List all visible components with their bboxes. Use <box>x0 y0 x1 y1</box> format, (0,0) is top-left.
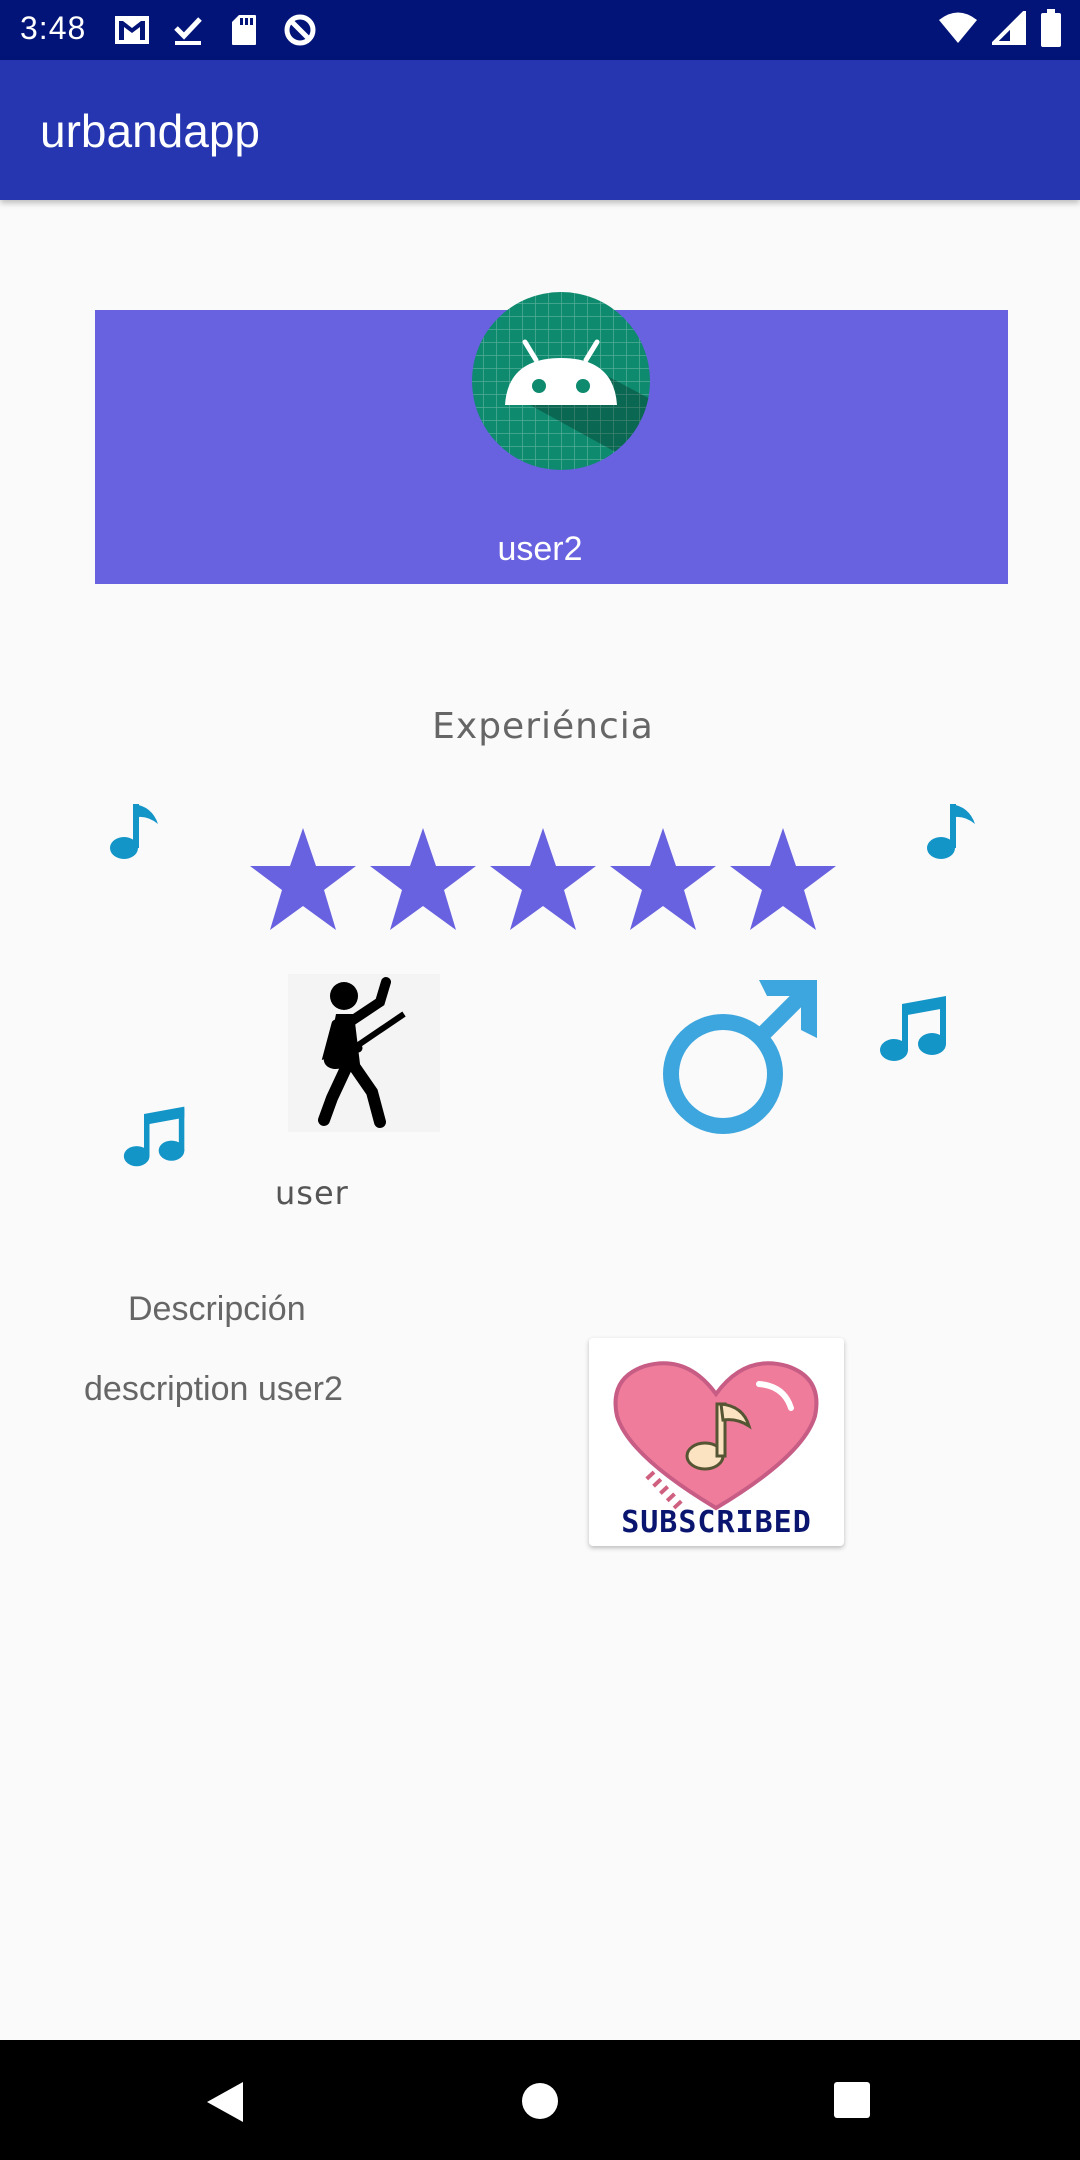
download-done-icon <box>168 10 208 50</box>
subscribe-label: SUBSCRIBED <box>621 1505 812 1540</box>
guitar-player-icon <box>288 974 440 1132</box>
star-icon[interactable] <box>728 826 838 932</box>
status-bar: 3:48 <box>0 0 1080 60</box>
android-avatar-icon[interactable] <box>470 290 652 472</box>
experience-rating[interactable] <box>248 826 838 932</box>
wifi-icon <box>938 11 978 50</box>
status-icons-right <box>938 8 1062 53</box>
male-symbol-icon <box>655 972 825 1142</box>
experience-label: Experiéncia <box>432 706 654 747</box>
cell-signal-icon <box>989 8 1026 50</box>
beamed-notes-icon <box>878 992 950 1069</box>
gmail-icon <box>112 10 152 50</box>
navigation-bar <box>0 2040 1080 2160</box>
battery-icon <box>1040 8 1062 53</box>
star-icon[interactable] <box>248 826 358 932</box>
back-icon[interactable] <box>205 2080 245 2129</box>
role-label: user <box>275 1174 349 1212</box>
star-icon[interactable] <box>608 826 718 932</box>
star-icon[interactable] <box>368 826 478 932</box>
description-text: description user2 <box>84 1370 343 1408</box>
app-bar: urbandapp <box>0 60 1080 200</box>
heart-music-note-icon <box>613 1361 819 1511</box>
app-title: urbandapp <box>40 105 260 157</box>
beamed-notes-icon <box>122 1103 188 1174</box>
status-time: 3:48 <box>20 10 87 46</box>
description-title: Descripción <box>128 1290 306 1328</box>
home-icon[interactable] <box>521 2082 559 2125</box>
status-icons-left <box>112 10 320 50</box>
music-note-icon <box>925 800 979 865</box>
data-saver-icon <box>280 10 320 50</box>
username: user2 <box>497 530 583 568</box>
sd-card-icon <box>224 10 264 50</box>
recents-icon[interactable] <box>833 2081 871 2124</box>
subscribe-button[interactable]: SUBSCRIBED <box>589 1338 844 1546</box>
music-note-icon <box>108 800 162 865</box>
star-icon[interactable] <box>488 826 598 932</box>
